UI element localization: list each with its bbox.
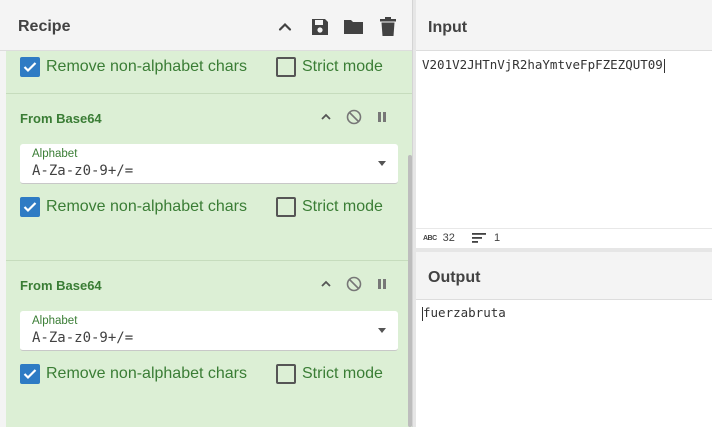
strict-mode-label: Strict mode: [302, 58, 383, 75]
remove-non-alphabet-checkbox[interactable]: Remove non-alphabet chars: [20, 363, 247, 385]
remove-non-alphabet-checkbox[interactable]: Remove non-alphabet chars: [20, 56, 247, 78]
lines-icon: [472, 233, 486, 243]
checkbox-unchecked-icon: [276, 197, 296, 217]
remove-non-alphabet-label: Remove non-alphabet chars: [46, 198, 248, 215]
disable-icon[interactable]: [344, 107, 364, 127]
operation-partial: Remove non-alphabet chars Strict mode: [6, 51, 412, 94]
input-length-stat: ABC 32: [423, 232, 455, 244]
pause-icon[interactable]: [372, 274, 392, 294]
checkbox-checked-icon: [20, 197, 40, 217]
remove-non-alphabet-label: Remove non-alphabet chars: [46, 58, 248, 75]
remove-non-alphabet-label: Remove non-alphabet chars: [46, 365, 248, 382]
output-header: Output: [416, 252, 712, 300]
recipe-operations-list: Remove non-alphabet chars Strict mode Fr…: [6, 51, 412, 427]
save-icon[interactable]: [308, 15, 332, 39]
input-length-value: 32: [442, 232, 455, 244]
alphabet-select[interactable]: Alphabet A-Za-z0-9+/=: [20, 311, 398, 351]
collapse-chevron-icon[interactable]: [316, 107, 336, 127]
folder-icon[interactable]: [342, 15, 366, 39]
checkbox-unchecked-icon: [276, 57, 296, 77]
operation-from-base64: From Base64 Alphabet A-Za-z0-9+/= Remove…: [6, 94, 412, 261]
trash-icon[interactable]: [376, 15, 400, 39]
recipe-panel: Recipe Remove non-alphabet chars Strict: [0, 0, 412, 427]
checkbox-checked-icon: [20, 364, 40, 384]
pause-icon[interactable]: [372, 107, 392, 127]
output-value: fuerzabruta: [423, 305, 506, 320]
alphabet-select[interactable]: Alphabet A-Za-z0-9+/=: [20, 144, 398, 184]
remove-non-alphabet-checkbox[interactable]: Remove non-alphabet chars: [20, 196, 247, 218]
abc-icon: ABC: [423, 234, 437, 242]
alphabet-label: Alphabet: [32, 315, 78, 327]
checkbox-unchecked-icon: [276, 364, 296, 384]
recipe-title: Recipe: [18, 18, 71, 35]
collapse-chevron-icon[interactable]: [316, 274, 336, 294]
recipe-header: Recipe: [0, 0, 412, 51]
operation-title: From Base64: [20, 111, 102, 126]
alphabet-value: A-Za-z0-9+/=: [32, 163, 134, 179]
input-textarea[interactable]: V201V2JHTnVjR2haYmtveFpFZEZQUT09: [416, 51, 712, 228]
operation-title: From Base64: [20, 278, 102, 293]
strict-mode-checkbox[interactable]: Strict mode: [276, 363, 383, 385]
input-status-bar: ABC 32 1: [416, 228, 712, 248]
operation-from-base64: From Base64 Alphabet A-Za-z0-9+/= Remove…: [6, 261, 412, 427]
output-title: Output: [428, 269, 481, 286]
strict-mode-checkbox[interactable]: Strict mode: [276, 56, 383, 78]
alphabet-value: A-Za-z0-9+/=: [32, 330, 134, 346]
disable-icon[interactable]: [344, 274, 364, 294]
output-textarea[interactable]: fuerzabruta: [416, 300, 712, 427]
input-value: V201V2JHTnVjR2haYmtveFpFZEZQUT09: [422, 57, 663, 72]
strict-mode-checkbox[interactable]: Strict mode: [276, 196, 383, 218]
input-lines-value: 1: [494, 232, 501, 244]
input-lines-stat: 1: [472, 232, 500, 244]
strict-mode-label: Strict mode: [302, 198, 383, 215]
checkbox-checked-icon: [20, 57, 40, 77]
input-title: Input: [428, 19, 468, 36]
input-header: Input: [416, 0, 712, 51]
alphabet-label: Alphabet: [32, 148, 78, 160]
strict-mode-label: Strict mode: [302, 365, 383, 382]
chevron-up-icon[interactable]: [273, 15, 297, 39]
dropdown-caret-icon: [378, 161, 386, 166]
dropdown-caret-icon: [378, 328, 386, 333]
